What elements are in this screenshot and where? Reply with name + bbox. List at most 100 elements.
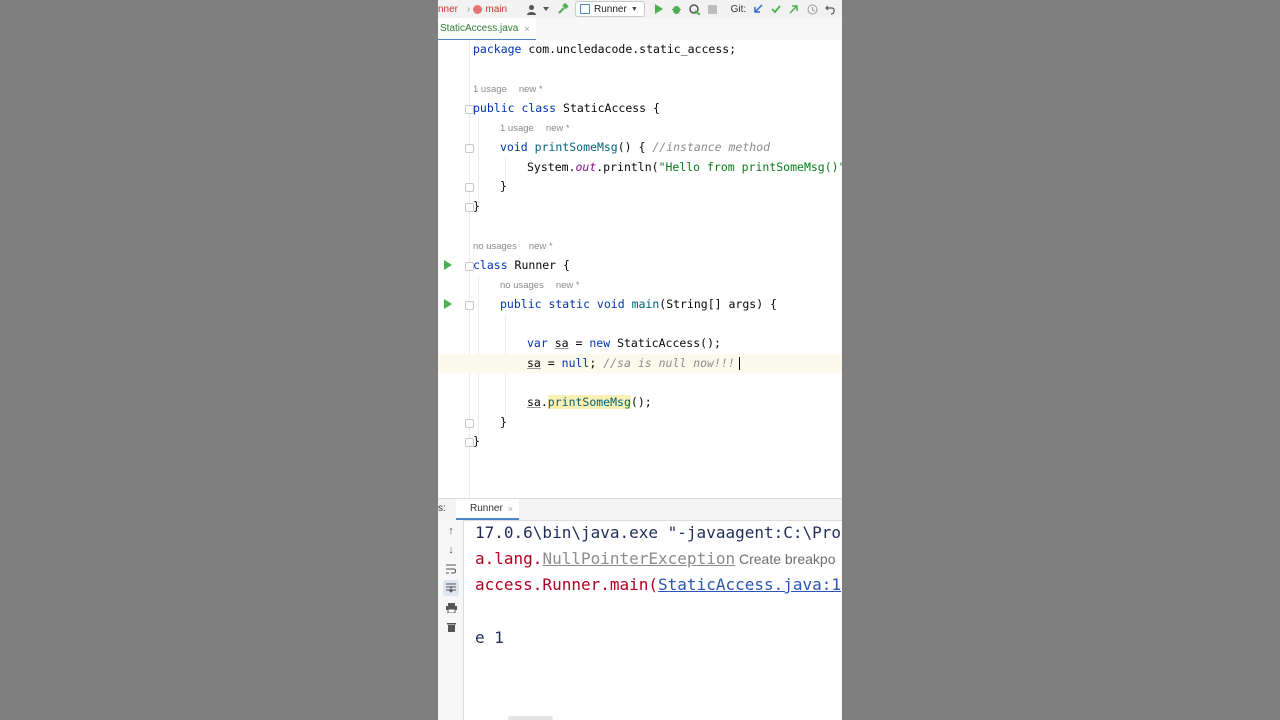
usage-count: no usages (500, 280, 544, 291)
usage-count: no usages (473, 241, 517, 252)
main-toolbar: nner › main Runner ▼ Git: (438, 0, 842, 18)
new-marker: new * (518, 84, 543, 95)
main-signature: (String[] args) { (659, 297, 777, 311)
breadcrumb-main[interactable]: main (473, 4, 507, 15)
method-icon (473, 4, 483, 14)
print-icon[interactable] (443, 600, 459, 616)
constructor-call: StaticAccess(); (610, 336, 721, 350)
git-update-icon[interactable] (752, 3, 764, 15)
debug-icon[interactable] (671, 3, 683, 15)
void-keyword: void (500, 140, 528, 154)
code-line-method-call: sa.printSomeMsg(); (438, 393, 842, 412)
usage-hint[interactable]: 1 usage new * (473, 83, 543, 97)
create-breakpoint-link[interactable]: Create breakpo (735, 551, 836, 567)
run-config-label: Runner (594, 3, 627, 15)
arrow-up-icon[interactable]: ↑ (443, 523, 459, 539)
out-field: out (575, 160, 597, 174)
fold-icon[interactable] (465, 183, 474, 192)
git-push-icon[interactable] (788, 3, 800, 15)
code-line-close-runner: } (438, 432, 842, 451)
git-commit-icon[interactable] (770, 3, 782, 15)
code-editor[interactable]: package com.uncledacode.static_access; 1… (438, 40, 842, 498)
trash-icon[interactable] (443, 619, 459, 635)
class-keyword: public class (473, 101, 557, 115)
assign-operator: = (540, 356, 562, 370)
console-line-command: 17.0.6\bin\java.exe "-javaagent:C:\Pro (475, 523, 842, 542)
new-keyword: new (589, 336, 611, 350)
method-name: printSomeMsg (534, 140, 618, 154)
console-line-stacktrace: access.Runner.main(StaticAccess.java:1 (475, 573, 841, 597)
code-line-close-main: } (438, 413, 842, 432)
code-line-class-runner: class Runner { (438, 256, 842, 275)
main-name: main (631, 297, 660, 311)
println-call: .println( (596, 160, 659, 174)
code-line-var-declaration: var sa = new StaticAccess(); (438, 334, 842, 353)
fold-icon[interactable] (465, 419, 474, 428)
run-config-icon (580, 4, 591, 14)
dot: . (540, 395, 548, 409)
usage-count: 1 usage (473, 84, 507, 95)
user-icon[interactable] (525, 3, 537, 15)
class-name: Runner { (507, 258, 570, 272)
code-line-class-staticaccess: public class StaticAccess { (438, 99, 842, 118)
run-gutter-icon[interactable] (444, 260, 452, 270)
undo-icon[interactable] (824, 3, 836, 15)
usage-hint[interactable]: 1 usage new * (500, 122, 570, 136)
horizontal-scrollbar[interactable] (508, 716, 553, 720)
console-line-exception: a.lang.NullPointerException Create break… (475, 547, 836, 571)
run-icon[interactable] (653, 3, 665, 15)
source-link[interactable]: StaticAccess.java:1 (658, 575, 841, 594)
close-icon[interactable]: × (524, 24, 529, 34)
class-name: StaticAccess { (556, 101, 660, 115)
build-hammer-icon[interactable] (557, 3, 569, 15)
system-class: System. (527, 160, 576, 174)
package-keyword: package (473, 42, 522, 56)
exception-link[interactable]: NullPointerException (542, 549, 735, 568)
assign-operator: = (568, 336, 590, 350)
new-marker: new * (528, 241, 553, 252)
closing-brace: } (473, 434, 480, 448)
arrow-down-icon[interactable]: ↓ (443, 542, 459, 558)
run-tab-label: Runner (470, 503, 503, 514)
semicolon: ; (589, 356, 604, 370)
method-call-highlighted: printSomeMsg (547, 395, 631, 409)
stop-icon[interactable] (707, 3, 719, 15)
run-panel-title: s: (438, 503, 446, 514)
main-modifiers: public static void (500, 297, 625, 311)
variable-sa: sa (527, 395, 541, 409)
variable-sa: sa (527, 356, 541, 370)
run-gutter-icon[interactable] (444, 299, 452, 309)
close-icon[interactable]: × (508, 504, 513, 514)
code-line-main-method: public static void main(String[] args) { (438, 295, 842, 314)
history-icon[interactable] (806, 3, 818, 15)
scroll-to-end-icon[interactable] (443, 580, 459, 596)
run-side-toolbar: ↑ ↓ (438, 520, 464, 720)
package-name: com.uncledacode.static_access; (521, 42, 737, 56)
chevron-down-icon: ▼ (630, 5, 638, 13)
fold-icon[interactable] (465, 301, 474, 310)
println-string: "Hello from printSomeMsg()" (658, 160, 842, 174)
git-label: Git: (730, 3, 747, 15)
coverage-icon[interactable] (689, 3, 701, 15)
breadcrumb-main-label: main (485, 3, 508, 15)
fold-icon[interactable] (465, 144, 474, 153)
closing-brace: } (473, 199, 480, 213)
breadcrumb-runner[interactable]: nner (438, 4, 458, 15)
tab-runner[interactable]: Runner × (456, 499, 520, 520)
ide-window: nner › main Runner ▼ Git: StaticAccess.j… (438, 0, 842, 720)
chevron-down-icon[interactable] (543, 3, 550, 15)
soft-wrap-icon[interactable] (443, 561, 459, 577)
method-signature: () { (617, 140, 653, 154)
code-line-package: package com.uncledacode.static_access; (438, 40, 842, 59)
run-configuration-select[interactable]: Runner ▼ (575, 1, 645, 17)
stacktrace-prefix: access.Runner.main( (475, 575, 659, 594)
breadcrumb-separator: › (467, 3, 471, 15)
closing-brace: } (500, 179, 507, 193)
code-line-close-class: } (438, 197, 842, 216)
tab-staticaccess-java[interactable]: StaticAccess.java × (438, 18, 536, 41)
code-line-println: System.out.println("Hello from printSome… (438, 158, 842, 177)
variable-sa: sa (554, 336, 569, 350)
call-end: (); (630, 395, 652, 409)
usage-hint[interactable]: no usages new * (473, 240, 553, 254)
usage-hint[interactable]: no usages new * (500, 279, 580, 293)
